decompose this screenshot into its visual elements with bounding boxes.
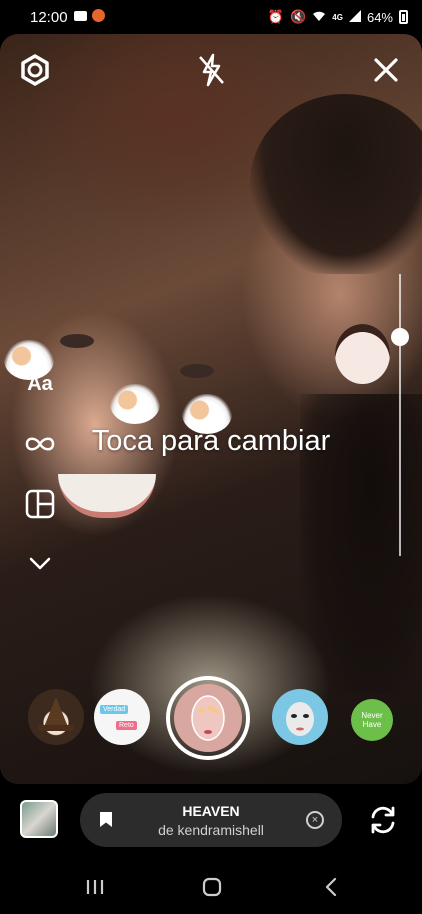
camera-viewfinder[interactable]	[0, 34, 422, 784]
chevron-down-icon[interactable]	[22, 546, 58, 582]
system-nav-bar	[0, 862, 422, 914]
recent-apps-icon[interactable]	[80, 874, 110, 900]
battery-percent: 64%	[366, 9, 393, 25]
signal-icon	[348, 9, 361, 25]
status-bar: 12:00 ⏰ 🔇 4G 64%	[0, 0, 422, 34]
status-time: 12:00	[30, 9, 68, 26]
witch-hat-effect[interactable]	[28, 689, 84, 745]
angel-selected-effect[interactable]	[174, 684, 242, 752]
reto-tag: Reto	[116, 721, 137, 730]
network-type: 4G	[332, 12, 343, 22]
remove-music-icon[interactable]: ×	[306, 811, 324, 829]
face-mask-effect[interactable]	[272, 689, 328, 745]
battery-icon	[399, 10, 408, 24]
flip-camera-icon[interactable]	[366, 803, 400, 837]
gallery-thumbnail[interactable]	[20, 800, 58, 838]
home-icon[interactable]	[197, 874, 227, 900]
music-artist: de kendramishell	[158, 822, 264, 838]
never-have-effect[interactable]: Never Have	[351, 699, 393, 741]
layout-icon[interactable]	[22, 486, 58, 522]
alarm-icon: ⏰	[267, 9, 285, 24]
close-icon[interactable]	[368, 52, 404, 88]
text-tool-label: Aa	[27, 372, 53, 395]
music-title: HEAVEN	[182, 803, 240, 819]
back-icon[interactable]	[316, 874, 346, 900]
settings-icon[interactable]	[17, 52, 53, 88]
music-sticker-pill[interactable]: HEAVEN de kendramishell ×	[80, 793, 342, 847]
photo-eye	[180, 364, 214, 378]
wifi-icon	[312, 10, 326, 25]
photo-hair	[250, 94, 422, 274]
photo-dog-nose-filter	[335, 324, 390, 384]
text-tool-button[interactable]: Aa	[22, 366, 58, 402]
app-notification-icon	[92, 9, 105, 22]
never-have-label: Never Have	[361, 711, 383, 729]
flash-off-icon[interactable]	[193, 52, 229, 88]
folder-icon	[74, 11, 87, 21]
mute-icon: 🔇	[290, 9, 307, 24]
verdad-reto-effect[interactable]: Verdad Reto	[94, 689, 150, 745]
photo-eye	[60, 334, 94, 348]
angel-sticker	[110, 384, 160, 424]
verdad-tag: Verdad	[100, 705, 129, 714]
photo-smile	[58, 474, 156, 518]
tap-to-change-prompt[interactable]: Toca para cambiar	[0, 425, 422, 458]
status-right: ⏰ 🔇 4G 64%	[268, 9, 408, 25]
zoom-slider-track[interactable]	[399, 274, 401, 556]
zoom-slider-knob[interactable]	[391, 328, 409, 346]
